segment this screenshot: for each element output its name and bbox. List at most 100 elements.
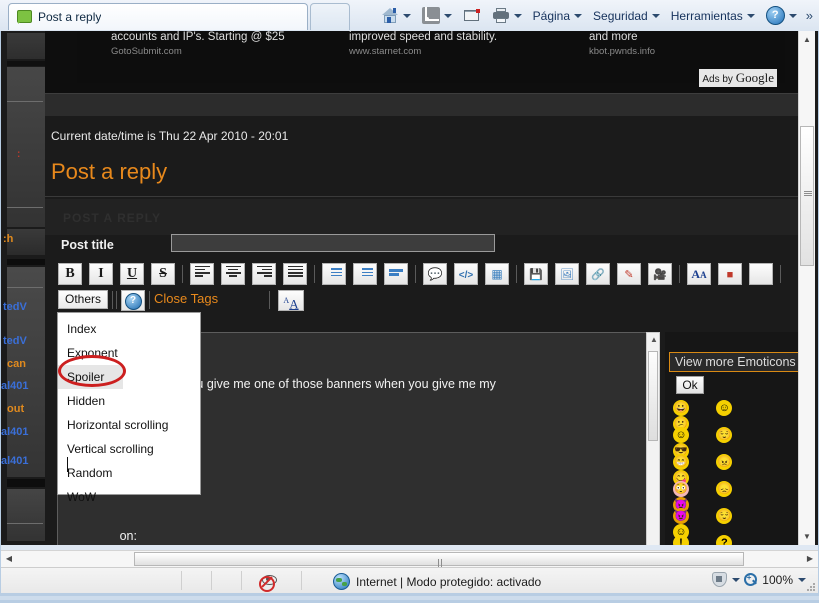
code-button[interactable]: </> (454, 263, 478, 285)
ad-headline: and more (589, 31, 638, 43)
emoticon-sleepy[interactable]: 😌 (716, 427, 733, 443)
ad-column-2[interactable]: improved speed and stability. www.starne… (349, 31, 564, 57)
post-title-label: Post title (61, 238, 114, 252)
browser-tab[interactable]: Post a reply (8, 3, 308, 30)
scroll-right-arrow-icon[interactable]: ▶ (802, 551, 818, 567)
post-title-input[interactable] (171, 234, 495, 252)
question-icon: ? (124, 293, 142, 310)
align-left-button[interactable] (190, 263, 214, 285)
font-face-button[interactable] (749, 263, 773, 285)
menu-item-index[interactable]: Index (58, 317, 200, 341)
feeds-button[interactable] (418, 4, 456, 28)
emoticon-happy[interactable]: ☺ (673, 427, 689, 443)
browser-window: Post a reply Página Seguridad Herramient… (0, 0, 819, 603)
emoticon-devil-evil[interactable]: 😈 (673, 508, 689, 524)
emoticon-angry[interactable]: 😠 (716, 454, 733, 470)
help-menu[interactable]: ? (762, 4, 801, 28)
security-menu[interactable]: Seguridad (589, 4, 664, 28)
vertical-scrollbar-thumb[interactable] (800, 126, 814, 266)
font-decoration-button[interactable]: AA (278, 290, 304, 311)
table-icon: ▦ (491, 267, 503, 281)
indent-button[interactable] (384, 263, 408, 285)
menu-item-wow[interactable]: WoW (58, 485, 200, 509)
speech-bubble-icon (17, 10, 32, 24)
chevron-down-icon[interactable] (651, 13, 660, 18)
insert-image-file-button[interactable]: 💾 (524, 263, 548, 285)
underline-button[interactable]: U (120, 263, 144, 285)
video-button[interactable]: 🎥 (648, 263, 672, 285)
emoticon-exclamation[interactable]: ! (673, 535, 689, 545)
ad-headline: improved speed and stability. (349, 31, 498, 43)
scroll-down-arrow-icon[interactable]: ▼ (799, 528, 815, 545)
emoticon-grin[interactable]: 😀 (673, 400, 689, 416)
chevron-down-icon[interactable] (443, 13, 452, 18)
chevron-down-icon[interactable] (402, 13, 411, 18)
flash-button[interactable]: ✎ (617, 263, 641, 285)
bullet-list-button[interactable] (322, 263, 346, 285)
popup-blocker-icon[interactable] (259, 572, 277, 592)
view-more-emoticons-link[interactable]: View more Emoticons (669, 352, 804, 372)
ok-button[interactable]: Ok (676, 376, 704, 394)
left-fragment-0: :h (3, 233, 14, 245)
overflow-chevron-icon[interactable]: » (804, 8, 815, 23)
scrollbar-thumb[interactable] (648, 351, 658, 441)
menu-item-random[interactable]: Random (58, 461, 200, 485)
others-dropdown-button[interactable]: Others (58, 290, 108, 309)
close-tags-button[interactable]: Close Tags (154, 291, 218, 306)
mail-button[interactable] (459, 4, 485, 28)
bold-button[interactable]: B (58, 263, 82, 285)
page-menu[interactable]: Página (529, 4, 586, 28)
page-viewport: : :h tedV tedV can al401 out al401 al401 (1, 31, 818, 545)
help-tags-button[interactable]: ? (121, 290, 145, 311)
chevron-down-icon[interactable] (513, 13, 522, 18)
italic-button[interactable]: I (89, 263, 113, 285)
chevron-down-icon[interactable] (732, 577, 741, 582)
insert-link-button[interactable]: 🔗 (586, 263, 610, 285)
quote-button[interactable]: 💬 (423, 263, 447, 285)
menu-item-vertical-scrolling[interactable]: Vertical scrolling (58, 437, 200, 461)
zoom-control[interactable]: + 100% (711, 572, 806, 587)
insert-image-button[interactable]: 🖼 (555, 263, 579, 285)
emoticon-question[interactable]: ? (716, 535, 733, 545)
others-dropdown-menu[interactable]: Index Exponent Spoiler Hidden Horizontal… (57, 312, 201, 504)
ad-column-1[interactable]: accounts and IP's. Starting @ $25 GotoSu… (111, 31, 326, 57)
scroll-up-arrow-icon[interactable]: ▲ (799, 31, 815, 48)
scroll-left-arrow-icon[interactable]: ◀ (1, 551, 17, 567)
numbered-list-button[interactable] (353, 263, 377, 285)
emoticon-row: ☺ 😌 😎 (673, 427, 793, 459)
browser-horizontal-scrollbar[interactable]: ◀ ▶ (1, 550, 818, 581)
emoticon-blush[interactable]: 😳 (673, 481, 689, 497)
emoticon-sleep[interactable]: 😌 (716, 508, 733, 524)
font-color-button[interactable]: ■ (718, 263, 742, 285)
font-size-button[interactable]: AA (687, 263, 711, 285)
security-zone-indicator[interactable]: Internet | Modo protegido: activado (333, 573, 541, 590)
ad-column-3[interactable]: and more kbot.pwnds.info (589, 31, 804, 57)
privacy-report-icon[interactable] (711, 572, 728, 587)
align-justify-button[interactable] (283, 263, 307, 285)
horizontal-scrollbar-thumb[interactable] (134, 552, 744, 581)
emoticon-sad[interactable]: 😞 (716, 481, 733, 497)
chevron-down-icon[interactable] (788, 13, 797, 18)
chevron-down-icon[interactable] (746, 13, 755, 18)
print-button[interactable] (488, 4, 526, 28)
emoticon-laugh[interactable]: 😁 (673, 454, 689, 470)
zoom-level: 100% (762, 572, 793, 587)
emoticon-row: 😈 😌 ☺ (673, 508, 793, 540)
scroll-up-arrow-icon[interactable]: ▲ (647, 333, 661, 347)
new-tab-button[interactable] (310, 3, 350, 30)
align-right-button[interactable] (252, 263, 276, 285)
emoticon-smile[interactable]: ☺ (716, 400, 733, 416)
color-palette-icon: ■ (726, 269, 734, 281)
resize-grip-icon[interactable] (805, 581, 815, 591)
home-button[interactable] (377, 4, 415, 28)
tools-menu[interactable]: Herramientas (667, 4, 759, 28)
table-button[interactable]: ▦ (485, 263, 509, 285)
strikethrough-button[interactable]: S (151, 263, 175, 285)
emoticon-row: 😀 ☺ 😕 (673, 400, 793, 432)
textarea-scrollbar[interactable]: ▲ (646, 332, 660, 545)
menu-item-hidden[interactable]: Hidden (58, 389, 200, 413)
align-center-button[interactable] (221, 263, 245, 285)
chevron-down-icon[interactable] (574, 13, 583, 18)
menu-item-horizontal-scrolling[interactable]: Horizontal scrolling (58, 413, 200, 437)
browser-vertical-scrollbar[interactable]: ▲ ▼ (798, 31, 815, 545)
